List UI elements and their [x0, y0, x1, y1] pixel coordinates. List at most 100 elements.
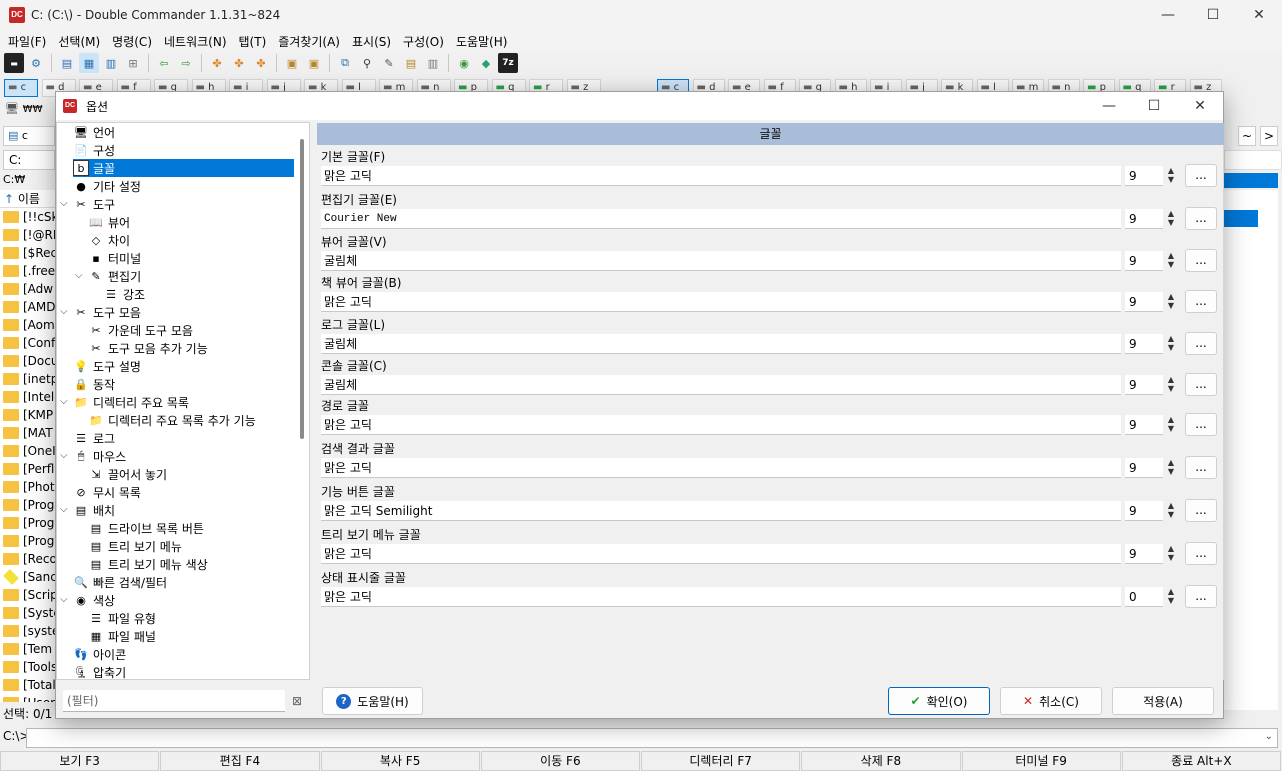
file-list[interactable]: [!!cSk [!@RI [$Rec [.free [Adw [AMD [Aom [Conf [… — [0, 208, 55, 702]
tree-item-8[interactable]: ✎ 편집기 — [88, 267, 141, 285]
expand-chevron-icon[interactable]: ⌵ — [60, 396, 68, 407]
tree-item-2[interactable]: b 글꼴 — [73, 159, 294, 177]
file-row[interactable]: [User — [3, 694, 55, 702]
minimize-button[interactable]: — — [1145, 0, 1191, 32]
select-group-icon[interactable]: ✤ — [207, 53, 227, 73]
root-button[interactable]: ₩₩ — [23, 104, 43, 115]
options-tree[interactable]: 🖥 언어 📄 구성 b 글꼴 ● 기타 설정 ⌵ ✂ 도구 📖 뷰어 ◇ 차이 ▪ 터미널 ⌵ ✎ 편집기 ☰ 강조 ⌵ ✂ 도… — [56, 122, 310, 680]
spin-down-icon[interactable]: ▼ — [1164, 510, 1178, 519]
font-name-field[interactable]: 맑은 고딕 — [321, 292, 1121, 312]
spin-up-icon[interactable]: ▲ — [1164, 415, 1178, 424]
tree-item-16[interactable]: 📁 디렉터리 주요 목록 추가 기능 — [88, 411, 256, 429]
tree-item-13[interactable]: 💡 도구 설명 — [73, 357, 141, 375]
font-browse-button[interactable]: ... — [1185, 373, 1217, 396]
tree-scrollbar-thumb[interactable] — [300, 139, 304, 439]
select-add-icon[interactable]: ✤ — [229, 53, 249, 73]
font-browse-button[interactable]: ... — [1185, 456, 1217, 479]
file-row[interactable]: [$Rec — [3, 244, 55, 262]
file-row[interactable]: [Aom — [3, 316, 55, 334]
tree-item-6[interactable]: ◇ 차이 — [88, 231, 130, 249]
tree-filter-input[interactable]: (필터) — [63, 690, 285, 712]
dialog-minimize-button[interactable]: — — [1086, 92, 1132, 120]
command-line-input[interactable]: ⌄ — [26, 728, 1278, 748]
apply-button[interactable]: 적용(A) — [1112, 687, 1214, 715]
tree-item-9[interactable]: ☰ 강조 — [103, 285, 145, 303]
expand-chevron-icon[interactable]: ⌵ — [60, 594, 68, 605]
font-size-field[interactable]: 9 — [1125, 544, 1163, 564]
menu-item-2[interactable]: 명령(C) — [104, 31, 156, 50]
font-size-spinner[interactable]: ▲ ▼ — [1164, 251, 1178, 271]
font-size-spinner[interactable]: ▲ ▼ — [1164, 458, 1178, 478]
tree-item-23[interactable]: ▤ 트리 보기 메뉴 — [88, 537, 182, 555]
file-row[interactable]: [Prog — [3, 514, 55, 532]
fkey-button-3[interactable]: 이동 F6 — [480, 751, 640, 771]
spin-up-icon[interactable]: ▲ — [1164, 544, 1178, 553]
file-row[interactable]: [Prog — [3, 532, 55, 550]
file-row[interactable]: [KMP — [3, 406, 55, 424]
right-nav-forward[interactable]: > — [1260, 126, 1278, 146]
sync-dirs-icon[interactable]: ▤ — [401, 53, 421, 73]
file-row[interactable]: [inetp — [3, 370, 55, 388]
tree-item-27[interactable]: ☰ 파일 유형 — [88, 609, 156, 627]
compare-icon[interactable]: ⧉ — [335, 53, 355, 73]
file-row[interactable]: [Scrip — [3, 586, 55, 604]
computer-icon[interactable]: 🖥 — [5, 102, 19, 115]
fkey-button-6[interactable]: 터미널 F9 — [961, 751, 1121, 771]
tree-item-1[interactable]: 📄 구성 — [73, 141, 115, 159]
spin-up-icon[interactable]: ▲ — [1164, 458, 1178, 467]
expand-chevron-icon[interactable]: ⌵ — [75, 270, 83, 281]
font-name-field[interactable]: 굴림체 — [321, 334, 1121, 354]
font-size-spinner[interactable]: ▲ ▼ — [1164, 209, 1178, 229]
font-browse-button[interactable]: ... — [1185, 332, 1217, 355]
spin-down-icon[interactable]: ▼ — [1164, 553, 1178, 562]
terminal-icon[interactable]: ▬ — [4, 53, 24, 73]
tree-item-7[interactable]: ▪ 터미널 — [88, 249, 141, 267]
spin-up-icon[interactable]: ▲ — [1164, 166, 1178, 175]
close-button[interactable]: ✕ — [1236, 0, 1282, 32]
tree-item-25[interactable]: 🔍 빠른 검색/필터 — [73, 573, 167, 591]
tree-item-3[interactable]: ● 기타 설정 — [73, 177, 141, 195]
menu-item-3[interactable]: 네트워크(N) — [156, 31, 231, 50]
spin-down-icon[interactable]: ▼ — [1164, 424, 1178, 433]
right-file-list[interactable] — [1224, 190, 1278, 710]
spin-down-icon[interactable]: ▼ — [1164, 467, 1178, 476]
file-row[interactable]: [Total — [3, 676, 55, 694]
column-header-name[interactable]: ↑ 이름 — [0, 190, 55, 208]
expand-chevron-icon[interactable]: ⌵ — [60, 306, 68, 317]
cmd-dropdown-icon[interactable]: ⌄ — [1265, 731, 1273, 742]
menu-item-4[interactable]: 탭(T) — [231, 31, 271, 50]
spin-down-icon[interactable]: ▼ — [1164, 260, 1178, 269]
settings-gear-icon[interactable]: ⚙ — [26, 53, 46, 73]
spin-up-icon[interactable]: ▲ — [1164, 292, 1178, 301]
file-row[interactable]: [Conf — [3, 334, 55, 352]
dialog-close-button[interactable]: ✕ — [1177, 92, 1223, 120]
fkey-button-4[interactable]: 디렉터리 F7 — [641, 751, 801, 771]
file-row[interactable]: [Docu — [3, 352, 55, 370]
font-size-spinner[interactable]: ▲ ▼ — [1164, 334, 1178, 354]
font-name-field[interactable]: 맑은 고딕 — [321, 415, 1121, 435]
font-size-spinner[interactable]: ▲ ▼ — [1164, 375, 1178, 395]
brief-view-icon[interactable]: ▤ — [57, 53, 77, 73]
menu-item-7[interactable]: 구성(O) — [395, 31, 448, 50]
font-size-field[interactable]: 9 — [1125, 375, 1163, 395]
maximize-button[interactable]: ☐ — [1190, 0, 1236, 32]
tree-item-26[interactable]: ◉ 색상 — [73, 591, 115, 609]
tree-item-14[interactable]: 🔒 동작 — [73, 375, 115, 393]
help-button[interactable]: ? 도움말(H) — [322, 687, 423, 715]
spin-up-icon[interactable]: ▲ — [1164, 334, 1178, 343]
font-browse-button[interactable]: ... — [1185, 499, 1217, 522]
font-size-spinner[interactable]: ▲ ▼ — [1164, 166, 1178, 186]
tree-item-19[interactable]: ⇲ 끌어서 놓기 — [88, 465, 167, 483]
refresh-icon[interactable]: ◉ — [454, 53, 474, 73]
dialog-maximize-button[interactable]: ☐ — [1131, 92, 1177, 120]
font-name-field[interactable]: 굴림체 — [321, 251, 1121, 271]
clear-filter-icon[interactable]: ⊠ — [292, 694, 302, 708]
tree-item-11[interactable]: ✂ 가운데 도구 모음 — [88, 321, 193, 339]
full-view-icon[interactable]: ▦ — [79, 53, 99, 73]
font-size-field[interactable]: 9 — [1125, 292, 1163, 312]
7zip-icon[interactable]: 7z — [498, 53, 518, 73]
fkey-button-5[interactable]: 삭제 F8 — [801, 751, 961, 771]
font-size-spinner[interactable]: ▲ ▼ — [1164, 544, 1178, 564]
spin-up-icon[interactable]: ▲ — [1164, 501, 1178, 510]
spin-up-icon[interactable]: ▲ — [1164, 209, 1178, 218]
